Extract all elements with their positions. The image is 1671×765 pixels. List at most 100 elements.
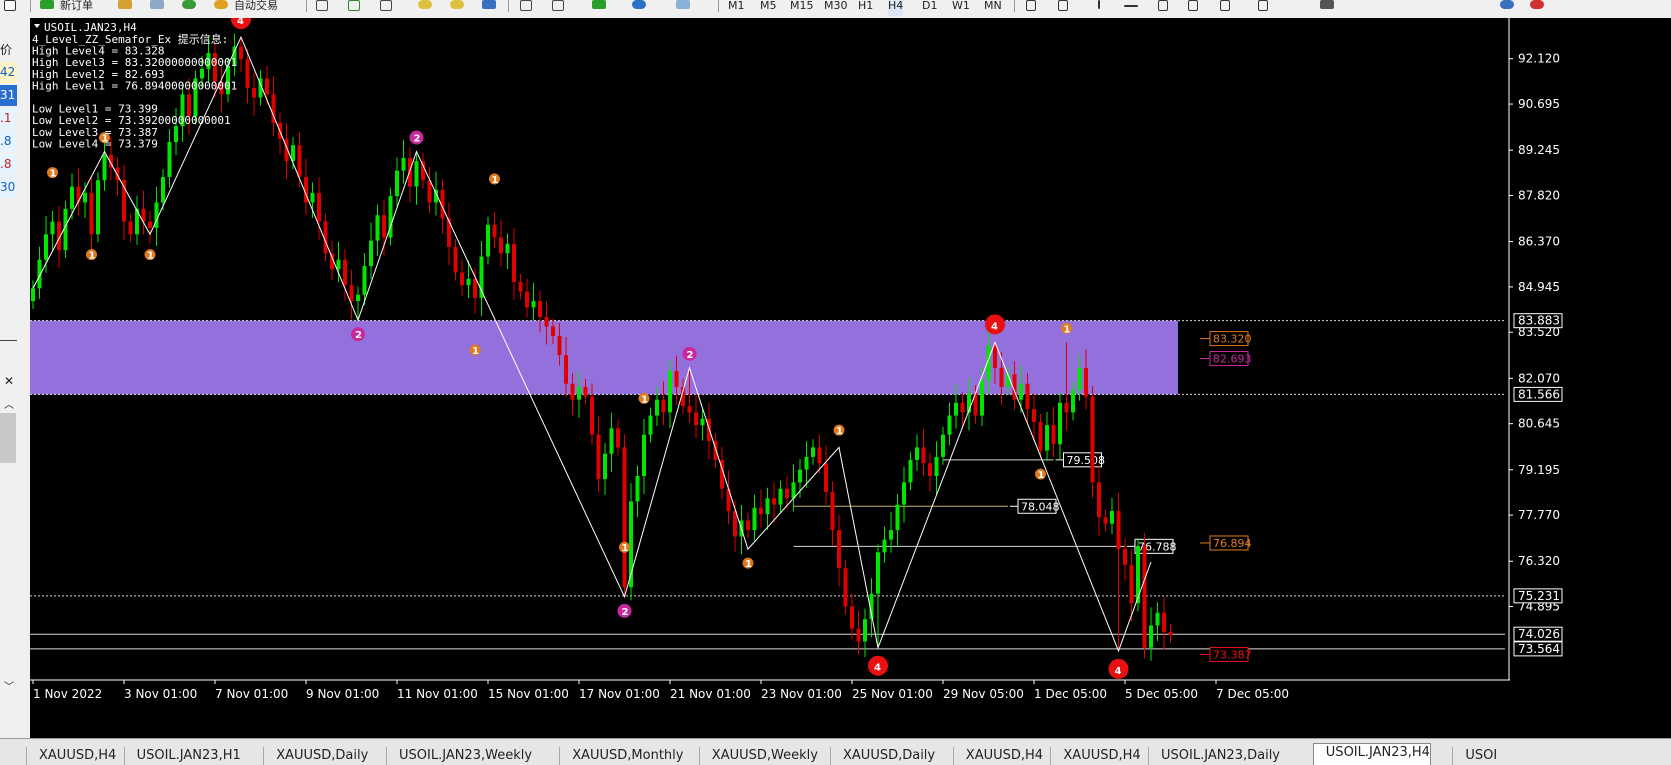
timeframe-w1[interactable]: W1 [952,0,970,16]
candle-body [928,463,932,476]
timeframe-m1[interactable]: M1 [728,0,745,16]
market-watch-value[interactable]: .8 [0,131,17,152]
price-tick-label: 84.945 [1518,280,1560,294]
timeframe-h4[interactable]: H4 [888,0,904,16]
timeframe-m30[interactable]: M30 [824,0,848,16]
chart-tab[interactable]: XAUUSD,Daily [263,747,368,765]
scrollbar-thumb[interactable] [0,413,16,463]
periods-icon[interactable] [632,0,646,9]
chart-tab[interactable]: XAUUSD,H4 [26,747,116,765]
chart-shift-icon[interactable] [552,0,564,11]
candle-body [687,406,692,413]
bar-chart-icon[interactable] [316,0,328,11]
chart-tab[interactable]: XAUUSD,Monthly [559,747,683,765]
chart-tab[interactable]: USOIL.JAN23,H4 [1312,743,1431,765]
candle-body [804,456,809,470]
time-tick-label: 15 Nov 01:00 [488,687,569,701]
candle-body [401,157,406,171]
candle-body [746,520,750,531]
cloud-icon[interactable] [150,0,164,9]
notification-icon[interactable] [1530,0,1544,9]
price-tick-label: 87.820 [1518,188,1560,202]
crosshair-icon[interactable] [1058,0,1068,11]
chart-tab[interactable]: XAUUSD,H4 [1050,747,1141,765]
semafor-number: 2 [687,350,694,361]
candle-body [252,87,256,98]
zoom-in-icon[interactable] [418,0,432,9]
chart-tab[interactable]: XAUUSD,H4 [952,747,1043,765]
market-watch-value[interactable]: 30 [0,177,17,198]
zoom-icon[interactable] [4,0,16,11]
timeframe-mn[interactable]: MN [984,0,1002,16]
new-order-button[interactable]: 新订单 [60,0,93,16]
chart-tab[interactable]: USOI [1452,747,1497,765]
candle-body [564,355,568,384]
candle-body [1110,510,1114,524]
semafor-number: 4 [874,663,881,674]
toolbar-separator [30,0,31,12]
candle-body [616,428,620,448]
candle-body [785,488,789,499]
timeframe-m15[interactable]: M15 [790,0,814,16]
trendline-icon[interactable] [1158,0,1168,11]
auto-scroll-icon[interactable] [520,0,532,11]
chart-tab[interactable]: XAUUSD,Weekly [698,747,818,765]
candle-chart-icon[interactable] [348,0,360,11]
chart-tab[interactable]: USOIL.JAN23,Daily [1148,747,1280,765]
auto-trade-button[interactable]: 自动交易 [234,0,278,16]
channel-icon[interactable] [1220,0,1230,11]
candle-body [544,316,549,327]
semafor-number: 2 [414,134,421,145]
candle-body [395,170,399,197]
candle-body [700,418,705,426]
candle-body [1038,421,1043,451]
indicators-icon[interactable] [592,0,606,9]
candle-body [1142,545,1147,648]
timeframe-h1[interactable]: H1 [858,0,873,16]
candle-body [590,396,594,435]
chart-tab[interactable]: USOIL.JAN23,Weekly [386,747,532,765]
candle-body [837,530,841,569]
scroll-down-icon[interactable]: ﹀ [4,678,14,693]
time-tick-label: 23 Nov 01:00 [761,687,842,701]
cursor-icon[interactable] [1026,0,1036,11]
toolbar-separator [508,0,509,12]
search-icon[interactable] [1500,0,1514,9]
scroll-up-icon[interactable]: ︿ [4,396,14,411]
candle-body [1077,367,1082,391]
timeframe-m5[interactable]: M5 [760,0,777,16]
candle-body [661,399,666,413]
shapes-icon[interactable] [1320,0,1334,9]
timeframe-d1[interactable]: D1 [922,0,937,16]
time-tick-label: 7 Dec 05:00 [1216,687,1289,701]
fibonacci-icon[interactable] [1188,0,1198,11]
globe-icon[interactable] [182,0,196,9]
candle-body [525,291,529,308]
semafor-number: 1 [641,394,648,405]
candle-body [954,402,958,416]
candle-body [1019,383,1023,400]
market-watch-value[interactable]: .8 [0,154,17,175]
market-watch-value[interactable]: 42 [0,62,17,83]
chart-tab[interactable]: USOIL.JAN23,H1 [123,747,241,765]
templates-icon[interactable] [676,0,690,9]
market-watch-value[interactable]: 31 [0,85,17,106]
price-chart[interactable]: 79.50878.04876.788 11114221111221144114 … [30,18,1671,738]
candle-body [310,192,315,203]
vertical-line-icon[interactable] [1098,0,1100,9]
text-icon[interactable] [1258,0,1268,11]
line-chart-icon[interactable] [380,0,392,11]
candle-body [889,530,893,540]
market-watch-value[interactable]: .1 [0,108,17,129]
chart-tab[interactable]: XAUUSD,Daily [830,747,935,765]
candle-body [349,285,354,302]
candle-body [1103,517,1108,524]
candle-body [1168,631,1173,636]
tile-windows-icon[interactable] [482,0,496,9]
zoom-out-icon[interactable] [450,0,464,9]
candle-body [512,243,516,282]
box-icon[interactable] [118,0,132,9]
horizontal-line-icon[interactable] [1124,5,1138,7]
close-icon[interactable]: ✕ [4,374,14,388]
auto-trade-icon [214,0,228,9]
